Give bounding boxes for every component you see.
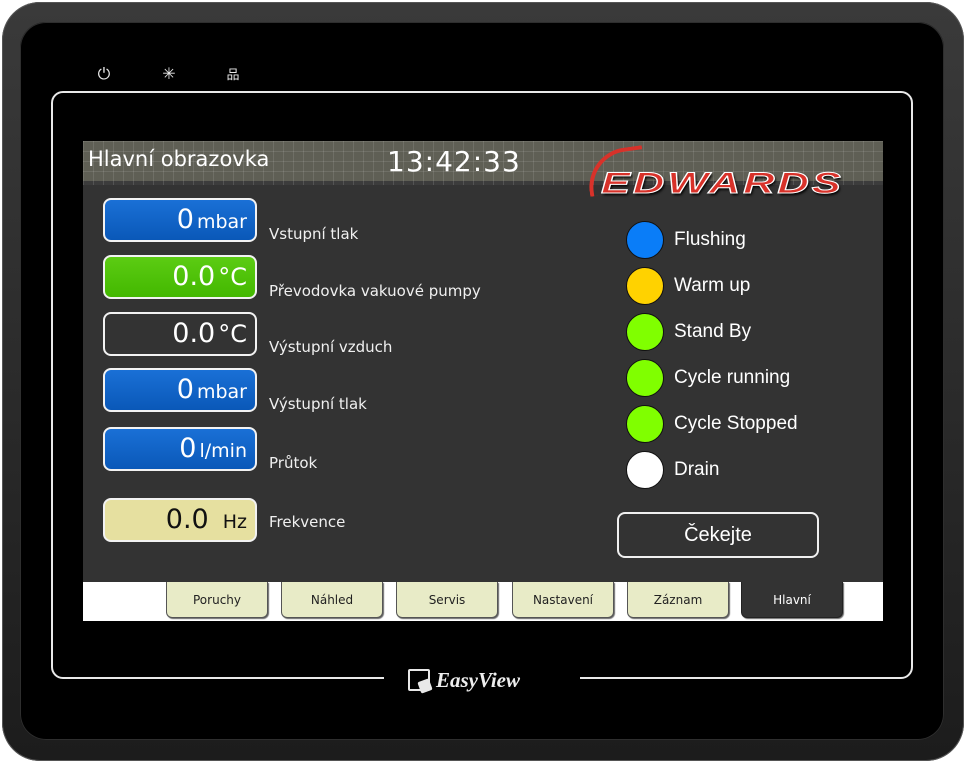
logo-text: EDWARDS (600, 167, 844, 201)
status-lamp-icon (626, 221, 664, 259)
touch-hand-icon (408, 669, 430, 691)
frequency-display: 0.0 Hz (103, 498, 257, 542)
flow-display: 0 l/min (103, 427, 257, 471)
gearbox-temp-display: 0.0 °C (103, 255, 257, 299)
tab-nahled[interactable]: Náhled (281, 582, 383, 618)
tab-hlavni[interactable]: Hlavní (741, 582, 843, 618)
status-lamp-icon (626, 451, 664, 489)
power-icon: ⏻ (97, 66, 111, 83)
status-label: Warm up (674, 275, 751, 296)
tab-bar: Poruchy Náhled Servis Nastavení Záznam H… (83, 582, 883, 621)
readout-unit: mbar (196, 381, 247, 403)
readout-unit: Hz (222, 511, 247, 533)
tab-zaznam[interactable]: Záznam (627, 582, 729, 618)
status-label: Stand By (674, 321, 752, 342)
readout-value: 0 (179, 433, 197, 464)
status-stand-by: Stand By (626, 312, 751, 352)
readout-value: 0.0 (172, 318, 216, 349)
readout-unit: °C (218, 263, 247, 291)
page-title: Hlavní obrazovka (88, 147, 270, 171)
inlet-pressure-display: 0 mbar (103, 198, 257, 242)
readout-value: 0.0 (165, 504, 209, 535)
readout-value: 0 (176, 204, 194, 235)
tab-nastaveni[interactable]: Nastavení (512, 582, 614, 618)
readout-label: Převodovka vakuové pumpy (269, 282, 481, 300)
readout-unit: l/min (199, 440, 247, 462)
readout-label: Průtok (269, 454, 318, 472)
sun-icon: ✳ (162, 66, 176, 83)
readout-label: Výstupní tlak (269, 395, 367, 413)
readout-label: Frekvence (269, 513, 346, 531)
readout-label: Vstupní tlak (269, 225, 359, 243)
easyview-brand: EasyView (408, 663, 520, 697)
status-drain: Drain (626, 450, 719, 490)
readout-label: Výstupní vzduch (269, 338, 393, 356)
status-label: Flushing (674, 229, 746, 250)
edwards-logo: EDWARDS (584, 145, 855, 201)
outlet-pressure-display: 0 mbar (103, 368, 257, 412)
status-label: Cycle Stopped (674, 413, 798, 434)
status-label: Drain (674, 459, 720, 480)
exhaust-air-temp-display: 0.0 °C (103, 312, 257, 356)
hmi-screen: Hlavní obrazovka 13:42:33 EDWARDS 0 mbar … (83, 141, 883, 621)
status-lamp-icon (626, 313, 664, 351)
tab-servis[interactable]: Servis (396, 582, 498, 618)
status-lamp-icon (626, 405, 664, 443)
status-flushing: Flushing (626, 220, 746, 260)
status-lamp-icon (626, 359, 664, 397)
readout-unit: °C (218, 320, 247, 348)
status-lamp-icon (626, 267, 664, 305)
wait-button[interactable]: Čekejte (617, 512, 819, 558)
readout-value: 0 (176, 374, 194, 405)
status-warm-up: Warm up (626, 266, 750, 306)
network-icon: 品 (226, 67, 240, 82)
brand-name: EasyView (436, 667, 521, 692)
tab-poruchy[interactable]: Poruchy (166, 582, 268, 618)
readout-value: 0.0 (172, 261, 216, 292)
status-label: Cycle running (674, 367, 791, 388)
clock: 13:42:33 (387, 145, 521, 178)
status-cycle-stopped: Cycle Stopped (626, 404, 798, 444)
readout-unit: mbar (196, 211, 247, 233)
status-cycle-running: Cycle running (626, 358, 790, 398)
